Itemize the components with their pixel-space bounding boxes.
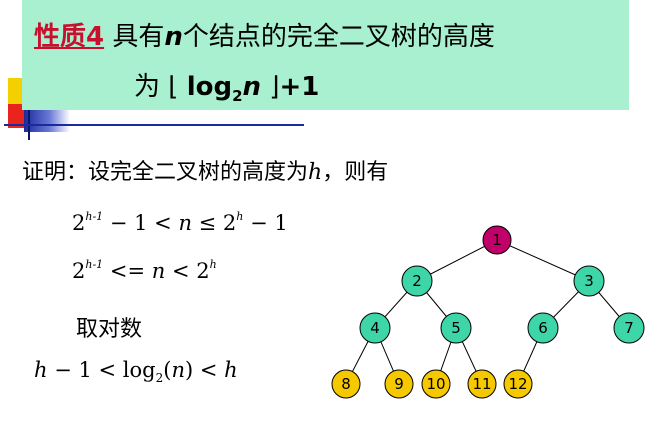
tree-node: 9 [384, 369, 414, 399]
tree-node-label: 12 [508, 375, 527, 393]
tree-node: 2 [401, 265, 433, 297]
tree-node: 10 [421, 369, 451, 399]
tree-node-label: 4 [370, 319, 380, 337]
complete-binary-tree: 12 34 5 6 78 9 10 11 12 [331, 225, 645, 399]
tree-node-label: 1 [492, 231, 502, 249]
tree-node-label: 2 [412, 272, 422, 290]
tree-node: 6 [527, 312, 559, 344]
tree-node-label: 6 [538, 319, 548, 337]
tree-node-label: 10 [426, 375, 445, 393]
tree-node: 3 [573, 265, 605, 297]
tree-node-label: 7 [624, 319, 634, 337]
tree-node-label: 11 [472, 375, 491, 393]
tree-node-label: 9 [394, 375, 404, 393]
tree-node: 7 [613, 312, 645, 344]
tree-node: 1 [482, 225, 512, 255]
tree-node: 11 [467, 369, 497, 399]
tree-node-label: 8 [341, 375, 351, 393]
tree-node: 8 [331, 369, 361, 399]
tree-node-label: 3 [584, 272, 594, 290]
tree-node-label: 5 [451, 319, 461, 337]
tree-node: 5 [440, 312, 472, 344]
tree-node: 4 [359, 312, 391, 344]
tree-node: 12 [503, 369, 533, 399]
